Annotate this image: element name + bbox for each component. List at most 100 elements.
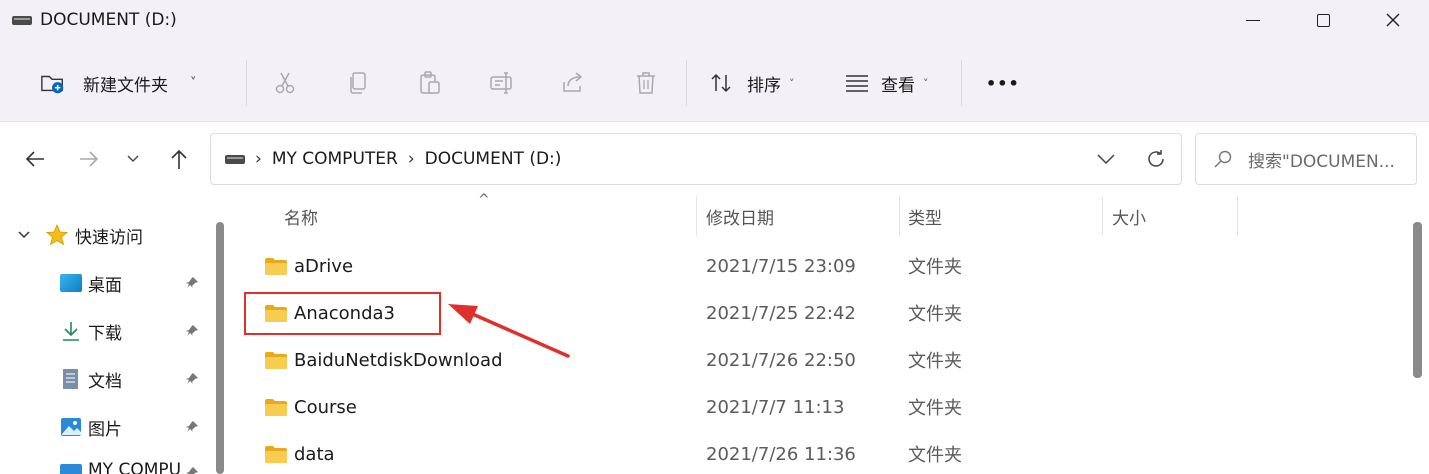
breadcrumb-separator: › [407,149,415,169]
folder-icon [265,445,287,463]
close-button[interactable] [1370,0,1416,40]
address-history-button[interactable] [1081,134,1131,184]
pin-icon [186,421,198,432]
trash-icon [637,72,655,94]
column-divider[interactable] [696,196,697,236]
maximize-button[interactable] [1300,0,1346,40]
folder-icon [265,398,287,416]
more-options-button[interactable]: ••• [986,56,1020,110]
minimize-button[interactable] [1230,0,1276,40]
column-divider[interactable] [899,196,900,236]
new-folder-label: 新建文件夹 [83,75,168,96]
document-icon [63,369,78,389]
sidebar-item-pictures[interactable]: 图片 [60,410,122,444]
annotation-highlight-box [244,292,441,335]
picture-icon [61,418,81,436]
annotation-arrow-icon [448,304,570,358]
window-title-text: DOCUMENT (D:) [40,10,177,30]
computer-icon [60,464,82,474]
date-modified-cell: 2021/7/25 22:42 [706,302,856,324]
chevron-down-icon: ˅ [923,76,929,90]
sidebar-item-desktop[interactable]: 桌面 [60,266,122,300]
column-divider[interactable] [1237,196,1238,236]
share-icon [563,72,583,92]
chevron-down-icon: ˅ [789,76,795,90]
paste-icon [420,71,440,94]
download-icon [63,322,79,341]
forward-button[interactable] [74,144,104,174]
view-icon [846,75,868,92]
back-arrow-icon [25,151,44,167]
rename-icon [490,72,512,94]
view-button[interactable]: 查看 ˅ [845,56,929,110]
sidebar-item-my-computer[interactable]: MY COMPU [60,458,181,474]
file-name: data [294,443,335,465]
star-icon [46,224,68,246]
file-name: Course [294,396,357,418]
breadcrumb-document-d[interactable]: DOCUMENT (D:) [425,149,562,169]
address-bar[interactable]: › MY COMPUTER › DOCUMENT (D:) [210,133,1182,185]
desktop-icon [60,274,82,292]
folder-icon [265,351,287,369]
sort-icon [711,73,731,93]
sidebar-item-label: 下载 [88,323,122,344]
recent-locations-button[interactable] [118,144,148,174]
pin-icon [186,277,198,288]
table-row[interactable]: BaiduNetdiskDownload 2021/7/26 22:50 文件夹 [234,337,1406,383]
window-title: DOCUMENT (D:) [12,8,177,32]
copy-button[interactable] [345,56,371,110]
column-divider[interactable] [1102,196,1103,236]
table-row[interactable]: aDrive 2021/7/15 23:09 文件夹 [234,243,1406,289]
column-header-name[interactable]: 名称 [284,196,318,236]
file-name: aDrive [294,255,354,277]
column-header-modified[interactable]: 修改日期 [706,196,774,236]
sort-label: 排序 [747,75,781,96]
delete-button[interactable] [633,56,659,110]
paste-button[interactable] [417,56,443,110]
forward-arrow-icon [80,151,99,167]
sidebar-scrollbar[interactable] [214,196,228,474]
title-and-command-bar: DOCUMENT (D:) 新建文件夹 ˅ 排序 ˅ 查看 ˅ ••• [0,0,1429,122]
sidebar-item-downloads[interactable]: 下载 [60,314,122,348]
new-folder-button[interactable]: 新建文件夹 ˅ [40,56,197,110]
column-header-type[interactable]: 类型 [908,196,942,236]
drive-icon [225,154,245,164]
chevron-down-icon [18,231,30,239]
sort-button[interactable]: 排序 ˅ [709,56,795,110]
sidebar-item-quick-access[interactable]: 快速访问 [18,218,143,252]
type-cell: 文件夹 [908,304,962,325]
table-row[interactable]: Course 2021/7/7 11:13 文件夹 [234,384,1406,430]
back-button[interactable] [20,144,50,174]
chevron-down-icon: ˅ [190,75,197,91]
up-button[interactable] [164,144,194,174]
sidebar-scrollbar-thumb[interactable] [216,222,224,474]
refresh-button[interactable] [1131,134,1181,184]
pin-icon [186,325,198,336]
file-name-cell: data [265,431,335,474]
type-cell: 文件夹 [908,257,962,278]
table-row[interactable]: data 2021/7/26 11:36 文件夹 [234,431,1406,474]
up-arrow-icon [171,149,187,169]
type-cell: 文件夹 [908,445,962,466]
search-icon [1214,150,1232,168]
breadcrumb-separator: › [255,149,262,169]
file-list-scrollbar-thumb[interactable] [1413,222,1422,378]
search-box[interactable]: 搜索"DOCUMEN... [1195,133,1417,185]
cut-button[interactable] [272,56,298,110]
column-header-size[interactable]: 大小 [1112,196,1146,236]
share-button[interactable] [561,56,587,110]
sidebar-item-documents[interactable]: 文档 [60,362,122,396]
file-list-scrollbar[interactable] [1406,196,1429,474]
copy-icon [350,72,366,94]
type-cell: 文件夹 [908,351,962,372]
toolbar-divider [686,60,687,106]
date-modified-cell: 2021/7/15 23:09 [706,255,856,277]
sort-ascending-indicator: ^ [478,192,490,208]
breadcrumb-my-computer[interactable]: MY COMPUTER [272,149,398,169]
sidebar-item-label: 文档 [88,371,122,392]
type-cell: 文件夹 [908,398,962,419]
sidebar-item-label: 快速访问 [75,227,143,248]
file-name-cell: aDrive [265,243,353,289]
rename-button[interactable] [489,56,515,110]
sidebar-item-label: 桌面 [88,275,122,296]
